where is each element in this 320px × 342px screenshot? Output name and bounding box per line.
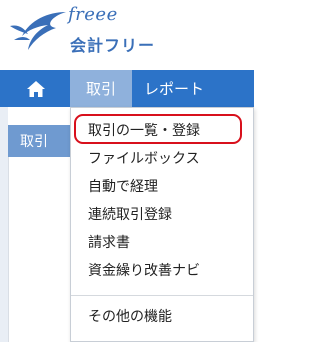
nav-tab-label: レポート	[144, 80, 205, 98]
main-navbar: 取引 レポート	[0, 70, 254, 107]
brand-name: freee	[68, 4, 118, 25]
nav-tab-label: 取引	[85, 80, 116, 98]
menu-item-invoices[interactable]: 請求書	[88, 232, 130, 252]
nav-home-button[interactable]	[8, 70, 64, 107]
product-name: 会計フリー	[70, 36, 156, 55]
sub-header-label: 取引	[20, 134, 48, 150]
menu-item-transaction-list[interactable]: 取引の一覧・登録	[88, 120, 200, 140]
menu-item-file-box[interactable]: ファイルボックス	[88, 148, 200, 168]
menu-item-batch-entry[interactable]: 連続取引登録	[88, 204, 172, 224]
nav-tab-reports[interactable]: レポート	[144, 70, 254, 107]
menu-item-cashflow-navi[interactable]: 資金繰り改善ナビ	[88, 260, 200, 280]
swallow-logo-icon	[10, 12, 66, 50]
home-icon	[27, 80, 45, 97]
transactions-dropdown-menu: 取引の一覧・登録 ファイルボックス 自動で経理 連続取引登録 請求書 資金繰り改…	[70, 107, 254, 342]
menu-divider	[71, 295, 253, 296]
menu-item-auto-bookkeeping[interactable]: 自動で経理	[88, 176, 158, 196]
nav-tab-transactions[interactable]: 取引	[70, 70, 132, 107]
side-strip	[0, 107, 8, 342]
logo[interactable]: freee 会計フリー	[0, 0, 254, 70]
menu-item-other-features[interactable]: その他の機能	[88, 306, 172, 326]
